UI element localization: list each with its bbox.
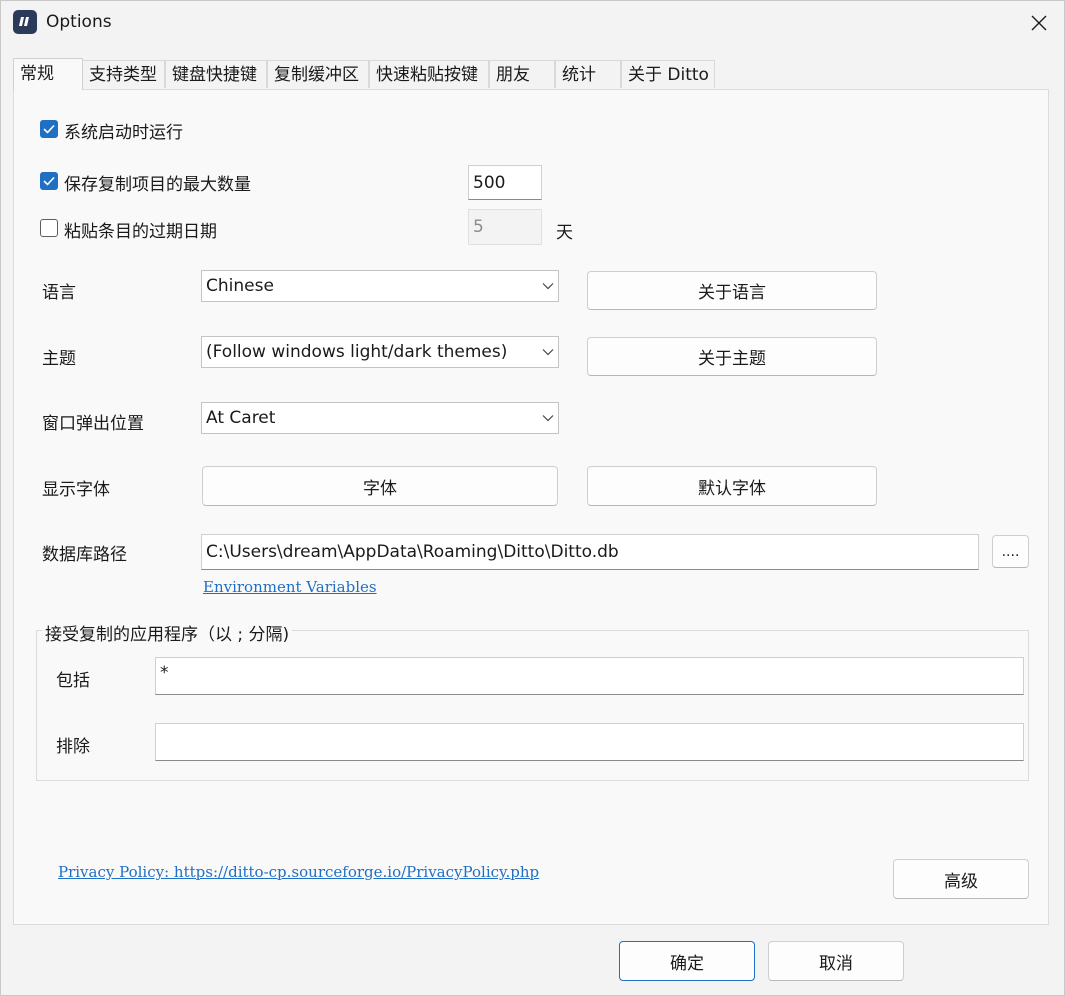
db-path-input[interactable]: C:\Users\dream\AppData\Roaming\Ditto\Dit… (201, 534, 979, 570)
max-items-label: 保存复制项目的最大数量 (64, 175, 251, 195)
expire-days-unit: 天 (556, 223, 573, 243)
popup-position-select[interactable]: At Caret (201, 402, 559, 434)
tab-stats[interactable]: 统计 (555, 60, 621, 88)
expire-checkbox[interactable] (40, 219, 58, 237)
cancel-button[interactable]: 取消 (768, 941, 904, 981)
tab-general[interactable]: 常规 (13, 58, 83, 90)
tab-friends[interactable]: 朋友 (489, 60, 555, 88)
tab-copy-buffers[interactable]: 复制缓冲区 (267, 60, 369, 88)
environment-variables-link[interactable]: Environment Variables (203, 578, 377, 596)
tab-keyboard-shortcuts[interactable]: 键盘快捷键 (165, 60, 267, 88)
popup-position-select-value: At Caret (206, 408, 276, 428)
close-icon (1031, 15, 1047, 31)
theme-select-value: (Follow windows light/dark themes) (206, 342, 508, 362)
max-items-input[interactable]: 500 (468, 165, 542, 200)
exclude-label: 排除 (56, 737, 90, 757)
checkmark-icon (43, 176, 55, 186)
theme-label: 主题 (42, 349, 76, 369)
exclude-input[interactable] (155, 723, 1024, 761)
start-on-boot-checkbox[interactable] (40, 120, 58, 138)
theme-select[interactable]: (Follow windows light/dark themes) (201, 336, 559, 368)
popup-position-label: 窗口弹出位置 (42, 414, 144, 434)
advanced-button[interactable]: 高级 (893, 859, 1029, 899)
language-label: 语言 (42, 283, 76, 303)
close-button[interactable] (1022, 6, 1056, 40)
about-theme-button[interactable]: 关于主题 (587, 337, 877, 376)
expire-days-input[interactable]: 5 (468, 209, 542, 245)
ditto-app-icon (13, 10, 37, 34)
tab-quick-paste-keys[interactable]: 快速粘贴按键 (369, 60, 489, 88)
font-button[interactable]: 字体 (202, 466, 558, 506)
browse-db-path-button[interactable]: .... (992, 535, 1029, 568)
chevron-down-icon (542, 283, 554, 290)
language-select-value: Chinese (206, 276, 274, 296)
expire-label: 粘贴条目的过期日期 (64, 222, 217, 242)
title-bar: Options (0, 0, 1065, 46)
accepted-apps-group-title: 接受复制的应用程序（以 ; 分隔) (42, 620, 293, 645)
window-title: Options (46, 12, 112, 32)
db-path-label: 数据库路径 (42, 545, 127, 565)
language-select[interactable]: Chinese (201, 270, 559, 302)
default-font-button[interactable]: 默认字体 (587, 466, 877, 506)
ok-button[interactable]: 确定 (619, 941, 755, 981)
start-on-boot-label: 系统启动时运行 (64, 123, 183, 143)
display-font-label: 显示字体 (42, 480, 110, 500)
tab-about-ditto[interactable]: 关于 Ditto (621, 60, 715, 88)
include-label: 包括 (56, 671, 90, 691)
chevron-down-icon (542, 415, 554, 422)
privacy-policy-link[interactable]: Privacy Policy: https://ditto-cp.sourcef… (58, 863, 539, 881)
max-items-checkbox[interactable] (40, 172, 58, 190)
chevron-down-icon (542, 349, 554, 356)
about-language-button[interactable]: 关于语言 (587, 271, 877, 310)
checkmark-icon (43, 124, 55, 134)
tab-supported-types[interactable]: 支持类型 (82, 60, 165, 88)
include-input[interactable]: * (155, 657, 1024, 695)
